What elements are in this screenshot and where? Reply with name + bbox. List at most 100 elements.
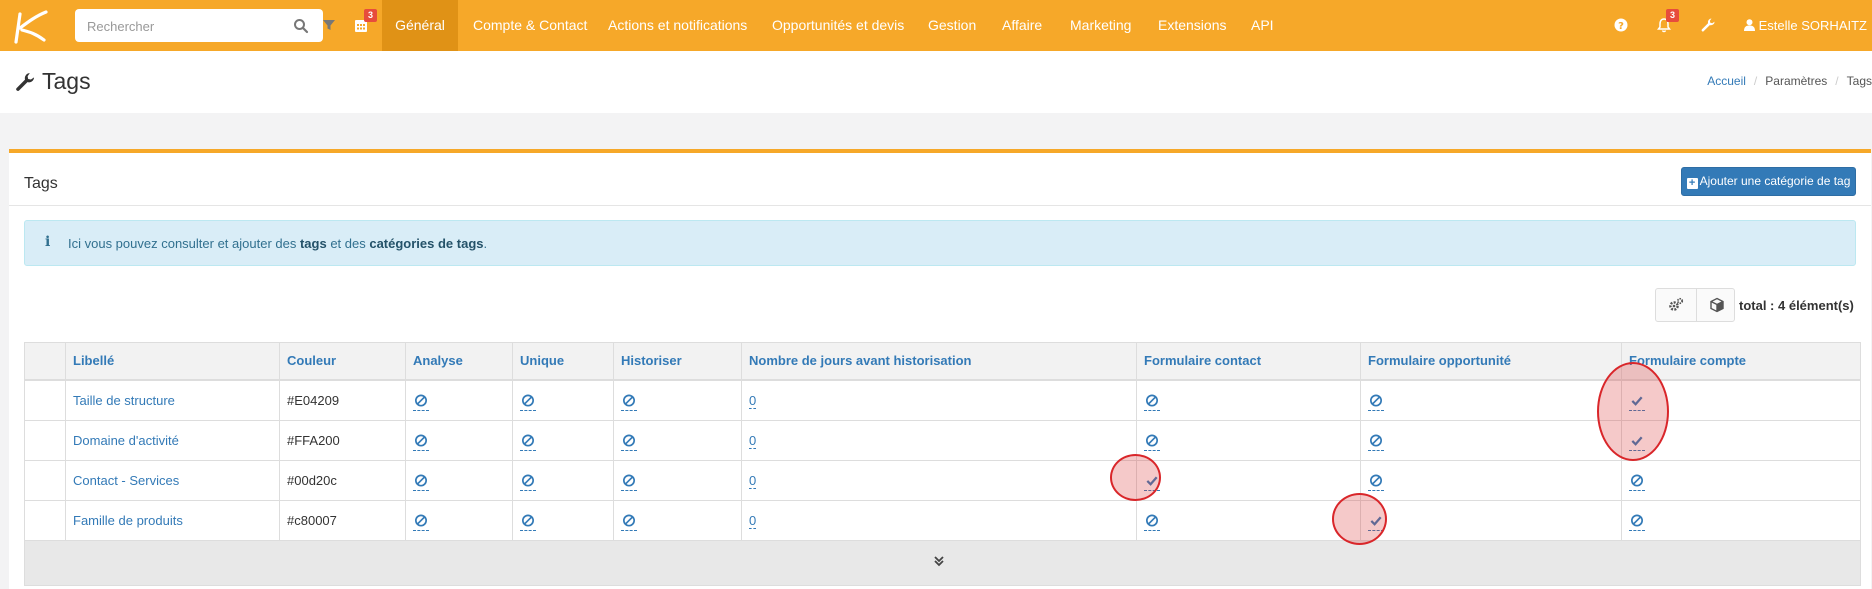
settings-button[interactable]	[1656, 289, 1696, 321]
flag-unique-cell	[512, 461, 536, 501]
ban-icon[interactable]	[1144, 513, 1160, 531]
flag-contact-cell	[1136, 381, 1160, 421]
ban-icon[interactable]	[520, 513, 536, 531]
flag-contact-cell	[1136, 461, 1160, 501]
breadcrumb-tags: Tags	[1846, 74, 1872, 88]
ban-icon[interactable]	[1368, 433, 1384, 451]
ban-icon[interactable]	[520, 393, 536, 411]
nav-actions-notifications[interactable]: Actions et notifications	[608, 0, 747, 51]
tag-color-value: #c80007	[287, 513, 337, 528]
ban-icon[interactable]	[621, 433, 637, 451]
ban-icon[interactable]	[1368, 473, 1384, 491]
wrench-icon[interactable]	[1700, 17, 1716, 33]
header-formulaire-contact[interactable]: Formulaire contact	[1136, 343, 1261, 379]
tag-label-link[interactable]: Taille de structure	[65, 381, 175, 421]
user-icon	[1744, 19, 1755, 31]
flag-opportunite-cell	[1360, 421, 1384, 461]
header-historiser[interactable]: Historiser	[613, 343, 682, 379]
calendar-button[interactable]: 3	[350, 0, 382, 51]
ban-icon[interactable]	[1144, 393, 1160, 411]
search-icon[interactable]	[293, 18, 309, 34]
nav-extensions[interactable]: Extensions	[1158, 0, 1226, 51]
table-row[interactable]: Taille de structure #E04209 0	[25, 381, 1860, 421]
flag-contact-cell	[1136, 501, 1160, 541]
add-tag-category-button[interactable]: + Ajouter une catégorie de tag	[1681, 167, 1856, 196]
ban-icon[interactable]	[413, 393, 429, 411]
flag-analyse-cell	[405, 501, 429, 541]
notifications-button[interactable]: 3	[1656, 0, 1686, 51]
flag-compte-cell	[1621, 421, 1645, 461]
page-header	[0, 51, 1872, 113]
user-name: Estelle SORHAITZ	[1758, 18, 1867, 33]
nav-affaire[interactable]: Affaire	[1002, 0, 1042, 51]
check-icon[interactable]	[1629, 433, 1645, 451]
table-row[interactable]: Contact - Services #00d20c 0	[25, 461, 1860, 501]
history-days-cell: 0	[741, 501, 757, 541]
ban-icon[interactable]	[621, 393, 637, 411]
page-title-text: Tags	[42, 68, 91, 94]
nav-marketing[interactable]: Marketing	[1070, 0, 1131, 51]
tag-label-link[interactable]: Contact - Services	[65, 461, 179, 501]
tag-color-value: #FFA200	[287, 433, 340, 448]
breadcrumb-accueil[interactable]: Accueil	[1707, 74, 1746, 88]
info-icon: i	[45, 234, 51, 250]
help-icon[interactable]: ?	[1614, 18, 1628, 32]
header-unique[interactable]: Unique	[512, 343, 564, 379]
flag-historiser-cell	[613, 501, 637, 541]
tag-color-value: #00d20c	[287, 473, 337, 488]
header-formulaire-compte[interactable]: Formulaire compte	[1621, 343, 1746, 379]
flag-analyse-cell	[405, 381, 429, 421]
check-icon[interactable]	[1368, 513, 1384, 531]
check-icon[interactable]	[1144, 473, 1160, 491]
search-input[interactable]	[87, 16, 267, 36]
ban-icon[interactable]	[520, 473, 536, 491]
tag-label-link[interactable]: Famille de produits	[65, 501, 183, 541]
ban-icon[interactable]	[413, 473, 429, 491]
history-days-value[interactable]: 0	[749, 514, 757, 529]
flag-unique-cell	[512, 501, 536, 541]
ban-icon[interactable]	[1144, 433, 1160, 451]
header-formulaire-opportunite[interactable]: Formulaire opportunité	[1360, 343, 1511, 379]
table-footer	[25, 541, 1860, 585]
total-count: total : 4 élément(s)	[1739, 298, 1854, 313]
header-couleur[interactable]: Couleur	[279, 343, 336, 379]
ban-icon[interactable]	[621, 513, 637, 531]
export-button[interactable]	[1696, 289, 1736, 321]
history-days-value[interactable]: 0	[749, 434, 757, 449]
history-days-value[interactable]: 0	[749, 474, 757, 489]
header-nombre-jours[interactable]: Nombre de jours avant historisation	[741, 343, 972, 379]
svg-text:?: ?	[1618, 21, 1624, 32]
logo-icon[interactable]	[6, 4, 54, 48]
ban-icon[interactable]	[413, 513, 429, 531]
nav-compte-contact[interactable]: Compte & Contact	[473, 0, 587, 51]
table-tools	[1655, 288, 1735, 322]
notifications-badge: 3	[1666, 9, 1679, 22]
ban-icon[interactable]	[1368, 393, 1384, 411]
ban-icon[interactable]	[621, 473, 637, 491]
wrench-icon	[16, 73, 35, 91]
table-row[interactable]: Domaine d'activité #FFA200 0	[25, 421, 1860, 461]
table-row[interactable]: Famille de produits #c80007 0	[25, 501, 1860, 541]
header-libelle[interactable]: Libellé	[65, 343, 114, 379]
box-divider	[9, 205, 1871, 206]
flag-analyse-cell	[405, 461, 429, 501]
ban-icon[interactable]	[413, 433, 429, 451]
search-box	[75, 9, 335, 42]
flag-historiser-cell	[613, 461, 637, 501]
ban-icon[interactable]	[1629, 513, 1645, 531]
history-days-cell: 0	[741, 381, 757, 421]
nav-api[interactable]: API	[1251, 0, 1274, 51]
header-analyse[interactable]: Analyse	[405, 343, 463, 379]
tag-color-value: #E04209	[287, 393, 340, 408]
user-menu[interactable]: Estelle SORHAITZ	[1744, 0, 1872, 51]
nav-general[interactable]: Général	[382, 0, 458, 51]
history-days-value[interactable]: 0	[749, 394, 757, 409]
nav-opportunites-devis[interactable]: Opportunités et devis	[772, 0, 904, 51]
ban-icon[interactable]	[1629, 473, 1645, 491]
tag-label-link[interactable]: Domaine d'activité	[65, 421, 179, 461]
filter-icon[interactable]	[321, 17, 337, 33]
check-icon[interactable]	[1629, 393, 1645, 411]
ban-icon[interactable]	[520, 433, 536, 451]
chevron-double-down-icon[interactable]	[931, 553, 947, 569]
nav-gestion[interactable]: Gestion	[928, 0, 976, 51]
